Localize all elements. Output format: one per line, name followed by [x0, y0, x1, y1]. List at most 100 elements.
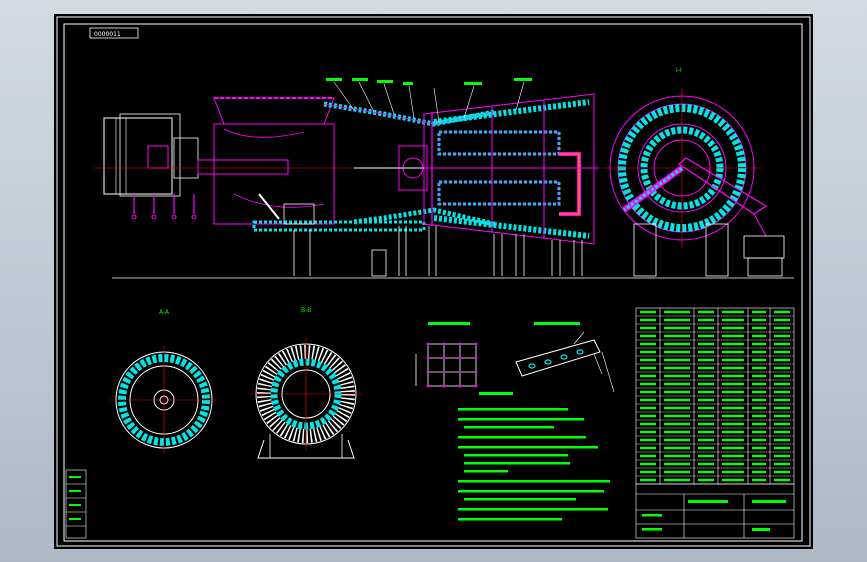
table-cell-text: [640, 366, 656, 370]
table-cell-text: [640, 422, 656, 426]
table-cell-text: [698, 406, 714, 410]
detail-grid-dots: [426, 342, 478, 388]
table-cell-text: [664, 478, 690, 482]
table-cell-text: [722, 414, 744, 418]
section-b-view: [250, 338, 362, 459]
table-cell-text: [722, 398, 744, 402]
table-cell-text: [698, 310, 714, 314]
table-cell-text: [752, 422, 766, 426]
table-cell-text: [752, 358, 766, 362]
table-cell-text: [640, 414, 656, 418]
table-cell-text: [752, 430, 766, 434]
leader-tags: [326, 78, 532, 85]
table-cell-text: [698, 342, 714, 346]
table-cell-text: [722, 478, 744, 482]
conical-section: [423, 93, 599, 245]
table-cell-text: [774, 310, 790, 314]
table-cell-text: [774, 366, 790, 370]
table-cell-text: [722, 326, 744, 330]
table-cell-text: [722, 318, 744, 322]
table-cell-text: [640, 438, 656, 442]
table-cell-text: [640, 390, 656, 394]
table-cell-text: [640, 358, 656, 362]
table-cell-text: [664, 366, 690, 370]
table-cell-text: [640, 430, 656, 434]
table-cell-text: [722, 462, 744, 466]
table-cell-text: [698, 438, 714, 442]
table-cell-text: [774, 398, 790, 402]
table-cell-text: [722, 366, 744, 370]
table-cell-text: [664, 318, 690, 322]
table-cell-text: [774, 358, 790, 362]
table-cell-text: [752, 318, 766, 322]
table-cell-text: [664, 334, 690, 338]
table-cell-text: [640, 374, 656, 378]
table-cell-text: [774, 406, 790, 410]
table-cell-text: [722, 454, 744, 458]
table-cell-text: [774, 382, 790, 386]
venturi-throat: [323, 101, 495, 227]
table-cell-text: [752, 310, 766, 314]
table-cell-text: [698, 374, 714, 378]
table-cell-text: [722, 350, 744, 354]
table-cell-text: [698, 414, 714, 418]
title-block-text: [642, 500, 786, 531]
table-cell-text: [664, 326, 690, 330]
table-cell-text: [664, 422, 690, 426]
table-cell-text: [752, 470, 766, 474]
table-cell-text: [774, 430, 790, 434]
table-cell-text: [722, 406, 744, 410]
section-a-view: [110, 346, 218, 454]
table-cell-text: [752, 406, 766, 410]
table-cell-text: [722, 382, 744, 386]
table-cell-text: [698, 326, 714, 330]
table-cell-text: [664, 414, 690, 418]
table-cell-text: [774, 446, 790, 450]
table-cell-text: [698, 390, 714, 394]
table-cell-text: [664, 470, 690, 474]
cad-viewer: 0000011 I-I A-A B-B: [0, 0, 867, 562]
table-cell-text: [664, 406, 690, 410]
table-cell-text: [774, 390, 790, 394]
table-cell-text: [774, 438, 790, 442]
table-cell-text: [698, 366, 714, 370]
table-cell-text: [664, 462, 690, 466]
table-cell-text: [774, 342, 790, 346]
table-cell-text: [752, 414, 766, 418]
table-cell-text: [722, 422, 744, 426]
table-cell-text: [752, 366, 766, 370]
table-cell-text: [698, 318, 714, 322]
detail-grid-view: [415, 343, 477, 387]
table-cell-text: [640, 446, 656, 450]
table-cell-text: [640, 478, 656, 482]
table-cell-text: [774, 470, 790, 474]
table-cell-text: [698, 358, 714, 362]
table-cell-text: [722, 438, 744, 442]
table-cell-text: [664, 398, 690, 402]
table-cell-text: [722, 390, 744, 394]
table-cell-text: [722, 374, 744, 378]
table-cell-text: [722, 334, 744, 338]
table-cell-text: [698, 334, 714, 338]
table-cell-text: [722, 446, 744, 450]
table-cell-text: [752, 478, 766, 482]
table-cell-text: [698, 454, 714, 458]
outer-frame: [56, 16, 811, 547]
table-cell-text: [664, 310, 690, 314]
technical-notes: [458, 392, 610, 521]
table-cell-text: [752, 390, 766, 394]
table-cell-text: [640, 382, 656, 386]
table-cell-text: [722, 430, 744, 434]
table-cell-text: [722, 342, 744, 346]
table-cell-text: [640, 398, 656, 402]
table-cell-text: [664, 454, 690, 458]
table-cell-text: [664, 390, 690, 394]
dryer-drum-icon: [602, 88, 785, 277]
section-b-label: B-B: [301, 307, 311, 314]
table-cell-text: [640, 318, 656, 322]
table-cell-text: [752, 462, 766, 466]
table-cell-text: [640, 454, 656, 458]
table-cell-text: [640, 310, 656, 314]
table-cell-text: [774, 462, 790, 466]
table-cell-text: [698, 430, 714, 434]
